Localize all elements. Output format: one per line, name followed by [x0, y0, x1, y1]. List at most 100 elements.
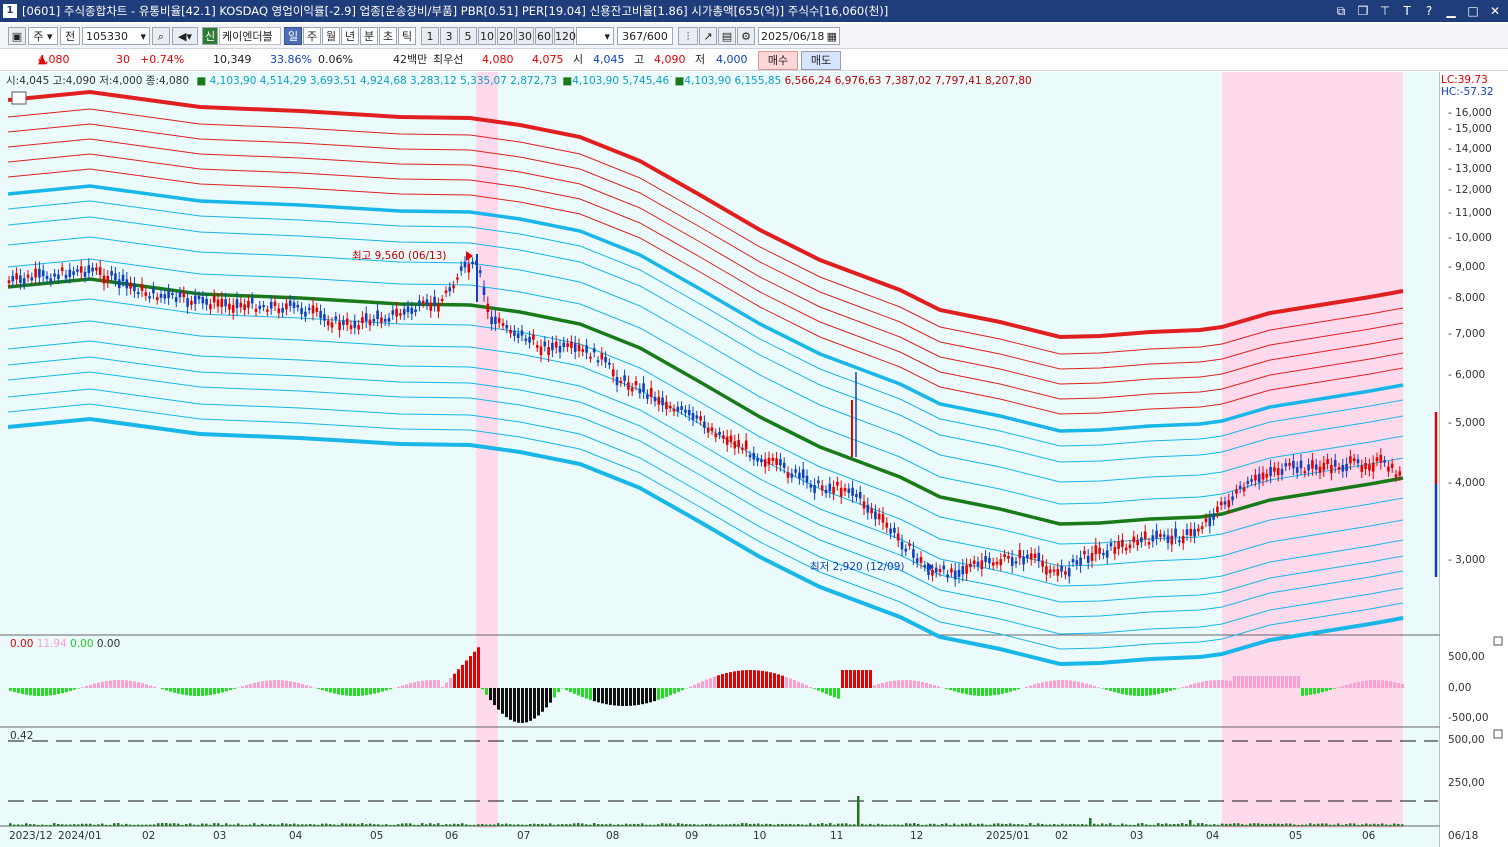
tab-day[interactable]: 일	[284, 27, 302, 45]
candle-body	[524, 338, 528, 341]
tab-minute[interactable]: 분	[360, 27, 378, 45]
candle-body	[1166, 535, 1170, 543]
oscillator-bar	[641, 688, 644, 705]
volume-bar	[1069, 824, 1072, 826]
candle-body	[1227, 500, 1231, 508]
sound-icon[interactable]: ◀▾	[172, 27, 198, 45]
panel2-axis-mid: 0,00	[1448, 682, 1472, 694]
oscillator-bar	[1305, 688, 1308, 696]
candle-body	[448, 287, 452, 292]
candle-body	[744, 440, 748, 450]
oscillator-bar	[33, 688, 36, 696]
candle-body	[1117, 541, 1120, 549]
candle-body	[950, 568, 953, 573]
volume-bar	[849, 824, 852, 826]
oscillator-bar	[345, 688, 348, 696]
interval-30[interactable]: 30	[516, 27, 534, 45]
volume-bar	[593, 823, 596, 826]
volume-bar	[101, 823, 104, 826]
candle-body	[1345, 463, 1348, 471]
candle-body	[1105, 550, 1109, 558]
search-icon[interactable]: ⌕	[152, 27, 170, 45]
close-icon[interactable]: ✕	[1488, 0, 1502, 22]
interval-20[interactable]: 20	[497, 27, 515, 45]
volume-bar	[449, 824, 452, 826]
date-input[interactable]: 2025/06/18 ▦	[758, 27, 840, 45]
volume-bar	[533, 823, 536, 826]
save-icon[interactable]: ▤	[718, 27, 736, 45]
mode-button[interactable]: 전	[60, 27, 80, 45]
oscillator-bar	[433, 680, 436, 688]
candle-body	[144, 292, 148, 296]
volume-bar	[1277, 823, 1280, 826]
link-icon[interactable]: ⧉	[1334, 0, 1348, 22]
oscillator-bar	[445, 682, 448, 688]
period-type-select[interactable]: 주 ▾	[28, 27, 58, 45]
candle-body	[706, 427, 710, 433]
tab-month[interactable]: 월	[322, 27, 340, 45]
tab-tick[interactable]: 틱	[398, 27, 416, 45]
interval-60[interactable]: 60	[535, 27, 553, 45]
volume-bar	[1365, 823, 1368, 826]
draw-icon[interactable]: ↗	[699, 27, 717, 45]
tab-week[interactable]: 주	[303, 27, 321, 45]
volume-bar	[1333, 824, 1336, 826]
candle-body	[1022, 556, 1025, 565]
oscillator-bar	[137, 682, 140, 688]
band-line	[7, 371, 1404, 618]
help-icon[interactable]: ?	[1422, 0, 1436, 22]
interval-1[interactable]: 1	[421, 27, 439, 45]
candle-body	[1143, 531, 1147, 540]
tab-year[interactable]: 년	[341, 27, 359, 45]
oscillator-bar	[577, 688, 580, 696]
volume-bar	[945, 823, 948, 826]
volume-bar	[1157, 823, 1160, 826]
custom-interval-select[interactable]: ▾	[576, 27, 614, 45]
minimize-icon[interactable]: ▁	[1444, 0, 1458, 22]
oscillator-bar	[305, 685, 308, 688]
volume-bar	[73, 824, 76, 826]
oscillator-bar	[177, 688, 180, 694]
chart-type-icon[interactable]: ⫶	[678, 27, 698, 45]
buy-button[interactable]: 매수	[758, 51, 798, 70]
restore-icon[interactable]: ❐	[1356, 0, 1370, 22]
candle-body	[676, 406, 680, 412]
oscillator-bar	[1125, 688, 1128, 695]
candle-body	[965, 565, 968, 574]
maximize-icon[interactable]: □	[1466, 0, 1480, 22]
date-tick-label: 06	[1362, 830, 1376, 842]
volume-bar	[37, 824, 40, 826]
stock-code-input[interactable]: 105330 ▾	[82, 27, 150, 45]
candle-body	[953, 570, 957, 580]
pin-icon[interactable]: ⊤	[1378, 0, 1392, 22]
volume-bar	[765, 823, 768, 826]
volume-bar	[557, 824, 560, 826]
volume-bar	[317, 824, 320, 826]
layout-icon[interactable]: ▣	[8, 27, 26, 45]
volume-bar	[13, 824, 16, 826]
interval-5[interactable]: 5	[459, 27, 477, 45]
sell-button[interactable]: 매도	[801, 51, 841, 70]
price-chart[interactable]	[0, 72, 1508, 847]
interval-10[interactable]: 10	[478, 27, 496, 45]
chart-area[interactable]	[0, 72, 1508, 847]
settings-icon[interactable]: ⚙	[737, 27, 755, 45]
volume-bar	[605, 824, 608, 826]
text-icon[interactable]: T	[1400, 0, 1414, 22]
oscillator-bar	[1245, 676, 1248, 688]
volume-bar	[369, 823, 372, 826]
tab-second[interactable]: 초	[379, 27, 397, 45]
interval-120[interactable]: 120	[554, 27, 576, 45]
candle-body	[570, 341, 573, 348]
volume-bar	[689, 824, 692, 826]
candle-body	[737, 439, 740, 448]
candle-body	[266, 309, 269, 312]
oscillator-bar	[293, 682, 296, 688]
oscillator-bar	[1261, 676, 1264, 688]
interval-3[interactable]: 3	[440, 27, 458, 45]
candle-body	[1071, 559, 1075, 563]
oscillator-bar	[173, 688, 176, 693]
candle-body	[41, 270, 45, 277]
candle-body	[1288, 462, 1291, 466]
volume-bar	[417, 824, 420, 826]
